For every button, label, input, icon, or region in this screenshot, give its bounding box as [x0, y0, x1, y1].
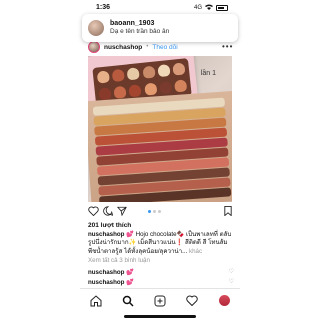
search-icon[interactable] [120, 293, 136, 309]
comment-like-icon[interactable]: ♡ [229, 268, 234, 275]
bottom-tab-bar [80, 288, 240, 312]
palette-pan [157, 64, 171, 78]
comment-text: 💕 [126, 269, 134, 276]
palette-pan [141, 65, 156, 79]
carousel-dot [148, 210, 151, 213]
palette-pan [96, 70, 110, 84]
photo-label: lần 1 [200, 70, 216, 77]
signal-icon: 4G [193, 5, 202, 11]
status-icons: 4G [194, 4, 228, 12]
comment-username[interactable]: nuschashop [88, 279, 124, 286]
arm-swatches [88, 90, 232, 202]
palette-pan [158, 80, 172, 94]
comment-icon[interactable] [103, 206, 114, 219]
comment-row: nuschashop 💕 ♡ [88, 268, 234, 276]
profile-icon[interactable] [218, 295, 230, 306]
post-header: nuschashop • Theo dõi [88, 40, 178, 54]
palette-pan [98, 86, 112, 100]
post-photo[interactable]: lần 1 [88, 56, 232, 202]
caption-username[interactable]: nuschashop [88, 231, 124, 238]
palette-pan [113, 85, 127, 99]
bookmark-icon[interactable] [224, 206, 232, 219]
post-username[interactable]: nuschashop [104, 44, 142, 51]
palette-pan [126, 67, 141, 81]
home-icon[interactable] [88, 293, 104, 309]
carousel-dot [153, 210, 156, 213]
add-icon[interactable] [152, 293, 168, 309]
activity-icon[interactable] [184, 293, 200, 309]
battery-icon [216, 5, 228, 11]
wifi-icon [205, 4, 213, 12]
separator-dot: • [146, 44, 149, 50]
view-comments-link[interactable]: Xem tất cả 3 bình luận [88, 257, 150, 264]
avatar [88, 20, 104, 36]
comment-row: nuschashop 💕 ♡ [88, 278, 234, 286]
share-icon[interactable] [116, 206, 127, 219]
palette-pan [173, 78, 188, 93]
avatar[interactable] [88, 41, 100, 53]
comment-text: 💕 [126, 279, 134, 286]
comment-like-icon[interactable]: ♡ [229, 278, 234, 285]
heart-icon[interactable] [88, 206, 99, 219]
palette-pan [172, 62, 186, 76]
likes-count[interactable]: 201 lượt thích [88, 222, 131, 229]
palette-pan [111, 68, 125, 82]
status-time: 1:36 [96, 4, 111, 11]
push-notification[interactable]: baoann_1903 Dạ e tên trần bảo ân [82, 14, 238, 42]
palette-pan [143, 82, 157, 96]
more-options-icon[interactable]: ••• [222, 42, 233, 51]
comment-username[interactable]: nuschashop [88, 269, 124, 276]
caption-more-link[interactable]: khác [189, 248, 202, 255]
home-indicator[interactable] [124, 315, 196, 318]
caption: nuschashop 💕 Hojo chocolate🍫 เป็นพาเลทที… [88, 231, 234, 256]
profile-icon-wrap[interactable] [216, 293, 232, 309]
follow-button[interactable]: Theo dõi [152, 44, 177, 51]
carousel-dot [158, 210, 161, 213]
carousel-dots [148, 210, 161, 213]
notification-message: Dạ e tên trần bảo ân [110, 28, 170, 36]
post-actions [88, 206, 232, 218]
palette-pan [128, 83, 142, 97]
